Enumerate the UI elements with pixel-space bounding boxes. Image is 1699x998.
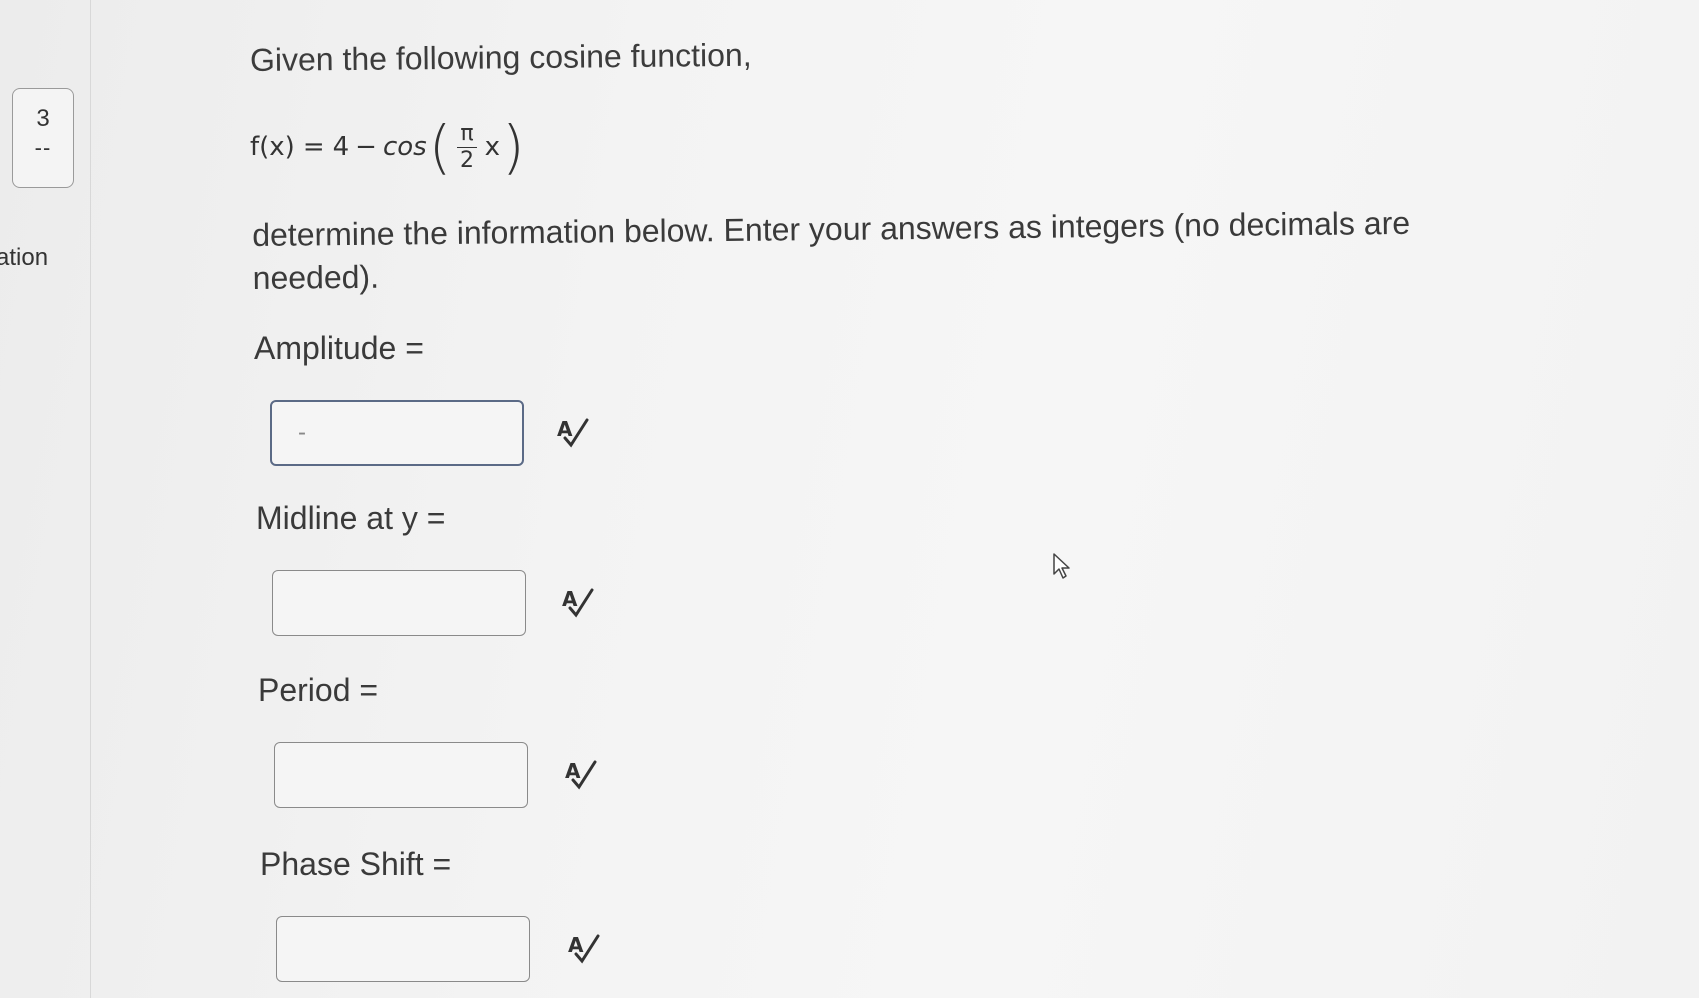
mouse-pointer-icon xyxy=(1053,553,1070,579)
formula-fraction: π 2 xyxy=(457,121,477,174)
sidebar-section-label: ation xyxy=(0,244,49,271)
formula-minus: − xyxy=(355,132,377,162)
formula-numerator: π xyxy=(457,121,477,148)
question-nav-card[interactable]: 3 -- xyxy=(12,88,74,188)
amplitude-input[interactable] xyxy=(270,400,524,466)
formula-cos: cos xyxy=(382,132,427,162)
question-sidebar: 3 -- ation xyxy=(0,0,91,998)
question-score-status: -- xyxy=(34,135,52,160)
amplitude-label: Amplitude = xyxy=(254,330,424,366)
spell-check-icon[interactable]: A xyxy=(566,930,604,966)
phase-shift-label: Phase Shift = xyxy=(260,846,452,882)
formula-constant: 4 xyxy=(332,132,350,162)
midline-label: Midline at y = xyxy=(256,500,446,536)
spell-check-icon[interactable]: A xyxy=(560,584,598,620)
question-number: 3 xyxy=(36,105,50,132)
period-label: Period = xyxy=(258,672,379,708)
period-input[interactable] xyxy=(274,742,528,808)
formula-right-paren: ) xyxy=(502,113,525,181)
question-instructions: determine the information below. Enter y… xyxy=(252,204,1411,296)
question-intro: Given the following cosine function, xyxy=(249,36,752,78)
formula-denominator: 2 xyxy=(459,147,474,173)
formula-lhs: f(x) xyxy=(250,132,295,162)
formula-equals: = xyxy=(302,132,325,162)
spell-check-icon[interactable]: A xyxy=(563,756,601,792)
phase-shift-input[interactable] xyxy=(276,916,530,982)
midline-input[interactable] xyxy=(272,570,526,636)
formula-variable: x xyxy=(484,132,500,162)
spell-check-icon[interactable]: A xyxy=(555,414,593,450)
function-formula: f(x) = 4 − cos ( π 2 x ) xyxy=(250,112,527,182)
formula-left-paren: ( xyxy=(428,113,452,181)
